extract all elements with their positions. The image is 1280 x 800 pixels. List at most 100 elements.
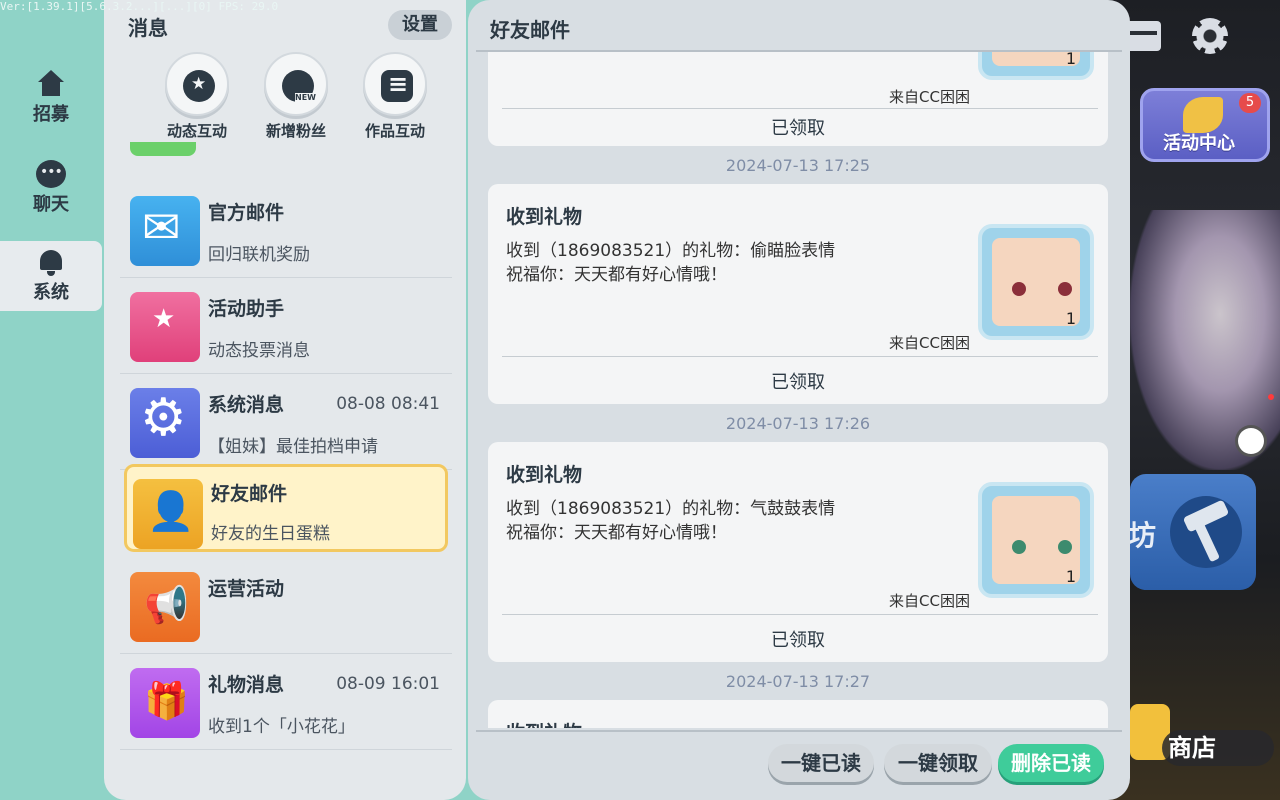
mark-all-read-button[interactable]: 一键已读: [768, 744, 874, 782]
nav-chat[interactable]: 聊天: [0, 154, 102, 222]
list-item-name: 系统消息: [208, 394, 285, 416]
mail-timestamp: 2024-07-13 17:26: [725, 414, 871, 433]
workshop-partial-label: 坊: [1128, 519, 1157, 552]
mail-card-title: 收到礼物: [506, 718, 582, 728]
quick-label: 作品互动: [364, 122, 425, 140]
claim-status: 已领取: [771, 118, 825, 139]
list-item-name: 活动助手: [208, 298, 285, 320]
list-item-preview: 回归联机奖励: [208, 245, 310, 265]
list-item-name: 好友邮件: [211, 483, 288, 505]
claim-all-button[interactable]: 一键领取: [884, 744, 992, 782]
quick-work-interaction[interactable]: 作品互动: [350, 52, 440, 141]
floating-ball[interactable]: [1238, 428, 1264, 454]
quick-label: 动态互动: [166, 122, 227, 140]
settings-gear-icon[interactable]: [1188, 14, 1232, 58]
new-tag: NEW: [295, 93, 316, 102]
list-item-name: 礼物消息: [208, 674, 285, 696]
list-item-preview: 动态投票消息: [208, 341, 310, 361]
nav-recruit-label: 招募: [33, 104, 69, 125]
list-item-activity-assistant[interactable]: 活动助手 动态投票消息: [120, 278, 452, 374]
mail-card-line: 祝福你：天天都有好心情哦！: [506, 523, 727, 543]
friend-mail-panel: 好友邮件 1 来自CC困困 已领取 2024-07-13 17:25 收到礼物 …: [468, 0, 1130, 800]
mail-card: 收到礼物 收到（1869083521）的礼物：气鼓鼓表情 祝福你：天天都有好心情…: [488, 442, 1108, 662]
messages-title: 消息: [128, 16, 168, 40]
mail-card-line: 收到（1869083521）的礼物：偷瞄脸表情: [506, 241, 836, 261]
sender-label: 来自CC困困: [889, 88, 970, 106]
house-icon: [36, 70, 66, 98]
list-item-preview: 好友的生日蛋糕: [211, 524, 330, 544]
list-icon: [381, 70, 413, 102]
divider: [502, 108, 1098, 109]
list-item-preview: 收到1个「小花花」: [208, 717, 355, 737]
mail-timestamp: 2024-07-13 17:27: [725, 672, 871, 691]
gift-thumbnail: 1: [978, 52, 1094, 80]
list-item-preview: 【姐妹】最佳拍档申请: [208, 437, 378, 457]
mail-card: 收到礼物 收到（1869083521）的礼物：偷瞄脸表情 祝福你：天天都有好心情…: [488, 184, 1108, 404]
quick-new-followers[interactable]: NEW 新增粉丝: [251, 52, 341, 141]
notification-badge: 5: [1239, 93, 1261, 113]
bookmark-star-icon: [130, 292, 200, 362]
list-item-time: 08-08 08:41: [336, 394, 440, 414]
quick-dynamic-interaction[interactable]: 动态互动: [152, 52, 242, 141]
activity-center-label: 活动中心: [1163, 133, 1235, 154]
gear-icon: [130, 388, 200, 458]
gift-count: 1: [1065, 567, 1076, 586]
list-item-name: 官方邮件: [208, 202, 285, 224]
megaphone-icon: [130, 572, 200, 642]
hammer-icon: [1170, 496, 1242, 568]
friend-mail-icon: [133, 479, 203, 549]
list-item-gift-message[interactable]: 礼物消息 08-09 16:01 收到1个「小花花」: [120, 654, 452, 750]
sender-label: 来自CC困困: [889, 334, 970, 352]
list-item-name: 运营活动: [208, 578, 285, 600]
claim-status: 已领取: [771, 630, 825, 651]
shop-button[interactable]: 商店: [1130, 700, 1274, 770]
list-item-operations[interactable]: 运营活动: [120, 558, 452, 654]
star-bubble-icon: [183, 70, 215, 102]
megaphone-icon: [1183, 97, 1223, 133]
mail-card: 1 来自CC困困 已领取: [488, 52, 1108, 146]
quick-actions: 动态互动 NEW 新增粉丝 作品互动: [144, 52, 444, 142]
messages-panel: 消息 设置 动态互动 NEW 新增粉丝 作品互动 官方邮件 回归联机奖励 活动助…: [104, 0, 466, 800]
gift-thumbnail[interactable]: 1: [978, 482, 1094, 598]
settings-button[interactable]: 设置: [388, 10, 452, 40]
sender-label: 来自CC困困: [889, 592, 970, 610]
bell-icon: [36, 248, 66, 276]
nav-chat-label: 聊天: [33, 194, 69, 215]
gift-count: 1: [1065, 309, 1076, 328]
shop-label: 商店: [1162, 730, 1274, 766]
mail-card-line: 收到（1869083521）的礼物：气鼓鼓表情: [506, 499, 836, 519]
workshop-button[interactable]: 坊: [1128, 474, 1256, 590]
face-emote-icon: [1012, 540, 1072, 554]
gift-count: 1: [1065, 52, 1076, 68]
activity-center-button[interactable]: 5 活动中心: [1140, 88, 1270, 162]
mail-card-line: 祝福你：天天都有好心情哦！: [506, 265, 727, 285]
mail-card-title: 收到礼物: [506, 464, 583, 486]
list-item-official-mail[interactable]: 官方邮件 回归联机奖励: [120, 182, 452, 278]
version-info: Ver:[1.39.1][5.6.3.2...][...][0] FPS: 29…: [0, 0, 279, 13]
nav-rail: 招募 聊天 系统: [0, 0, 104, 800]
mail-card: 收到礼物: [488, 700, 1108, 728]
nav-recruit[interactable]: 招募: [0, 64, 102, 132]
nav-system[interactable]: 系统: [0, 241, 102, 311]
top-hud: [1120, 14, 1280, 60]
nav-system-label: 系统: [33, 282, 69, 303]
mail-scroll-area[interactable]: 1 来自CC困困 已领取 2024-07-13 17:25 收到礼物 收到（18…: [488, 52, 1108, 728]
list-item-time: 08-09 16:01: [336, 674, 440, 694]
chat-bubble-icon: [36, 160, 66, 188]
face-emote-icon: [1012, 282, 1072, 296]
gift-icon: [130, 668, 200, 738]
divider: [476, 730, 1122, 732]
mail-timestamp: 2024-07-13 17:25: [725, 156, 871, 175]
divider: [502, 614, 1098, 615]
claim-status: 已领取: [771, 372, 825, 393]
mail-icon: [130, 196, 200, 266]
quick-label: 新增粉丝: [265, 122, 326, 140]
list-item-system-message[interactable]: 系统消息 08-08 08:41 【姐妹】最佳拍档申请: [120, 374, 452, 470]
partial-thumb: [130, 142, 196, 156]
indicator-dot: [1268, 394, 1274, 400]
gift-thumbnail[interactable]: 1: [978, 224, 1094, 340]
mail-card-title: 收到礼物: [506, 206, 583, 228]
divider: [502, 356, 1098, 357]
delete-read-button[interactable]: 删除已读: [998, 744, 1104, 782]
list-item-friend-mail[interactable]: 好友邮件 好友的生日蛋糕: [124, 464, 448, 552]
